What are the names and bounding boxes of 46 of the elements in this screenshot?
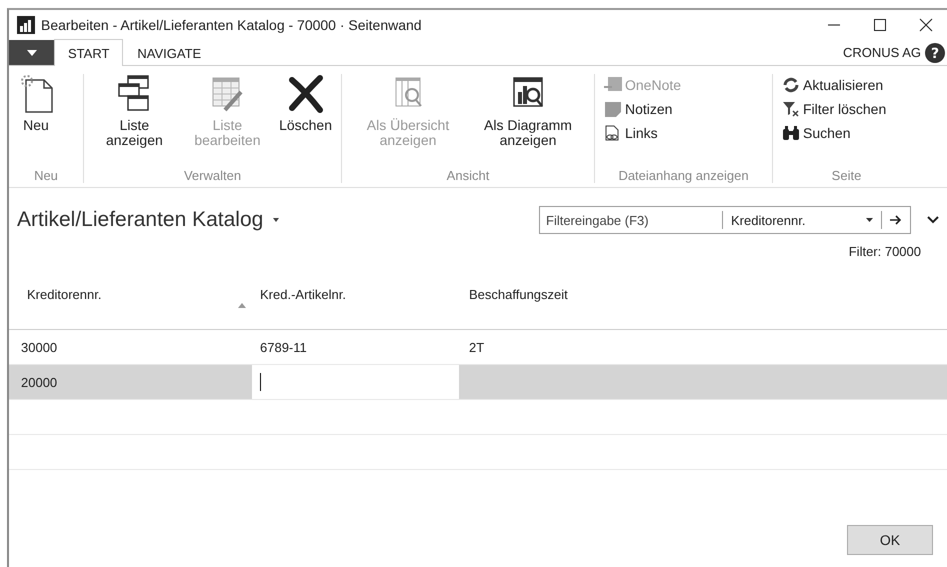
ribbon-button[interactable]: Neu (15, 74, 57, 168)
ribbon-button[interactable]: Als Diagramm anzeigen (468, 74, 588, 168)
ribbon-tab[interactable]: START (54, 39, 124, 66)
group-label: Seite (830, 168, 862, 183)
close-icon[interactable] (919, 18, 933, 32)
table-cell: 30000 (21, 340, 58, 354)
ribbon-button[interactable]: Löschen (276, 74, 335, 168)
filter-clear-icon (782, 101, 800, 117)
filter-text: Filter: 70000 (848, 244, 921, 259)
refresh-icon (782, 77, 800, 93)
caret-icon (26, 50, 36, 56)
window-title: Bearbeiten - Artikel/Lieferanten Katalog - 70000 · Seitenwand (41, 17, 422, 33)
group-label: Dateianhang anzeigen (617, 168, 750, 183)
help-icon[interactable]: ? (925, 42, 945, 62)
menu-button[interactable] (9, 40, 54, 65)
column-header[interactable]: Kred.-Artikelnr. (260, 286, 346, 302)
column-header[interactable]: Kreditorennr. (27, 286, 102, 302)
arrow-right-icon[interactable] (890, 215, 902, 225)
new-document-icon (18, 74, 54, 114)
ribbon-button[interactable]: Suchen (779, 122, 914, 144)
ribbon-button[interactable]: Liste anzeigen (90, 74, 179, 168)
ribbon-tab[interactable]: NAVIGATE (123, 40, 216, 65)
note-arrow-icon (604, 77, 622, 93)
ribbon-button[interactable]: Links (601, 122, 766, 144)
group-label: Neu (33, 168, 59, 183)
group-label: Ansicht (446, 168, 490, 183)
filter-field-dropdown[interactable]: Kreditorennr. (723, 211, 882, 229)
binoculars-icon (782, 125, 800, 141)
ribbon-button[interactable]: Aktualisieren (779, 74, 914, 96)
page-title[interactable]: Artikel/Lieferanten Katalog (17, 208, 264, 232)
company-name: CRONUS AG (842, 45, 921, 60)
ribbon-button[interactable]: Notizen (601, 98, 766, 120)
chevron-down-icon[interactable] (927, 216, 939, 224)
table-cell: 6789-11 (260, 340, 307, 354)
column-header[interactable]: Beschaffungszeit (469, 286, 568, 302)
x-icon (288, 74, 324, 114)
caret-icon (866, 218, 873, 222)
maximize-icon[interactable] (873, 18, 887, 32)
group-label: Verwalten (182, 168, 242, 183)
note-icon (604, 101, 622, 117)
chart-bars-icon (17, 16, 35, 34)
ribbon-button[interactable]: Filter löschen (779, 98, 914, 120)
caret-icon[interactable] (273, 218, 280, 222)
ok-button[interactable]: OK (847, 525, 933, 555)
table-cell: 2T (469, 340, 484, 354)
table-cell: 20000 (21, 374, 58, 390)
